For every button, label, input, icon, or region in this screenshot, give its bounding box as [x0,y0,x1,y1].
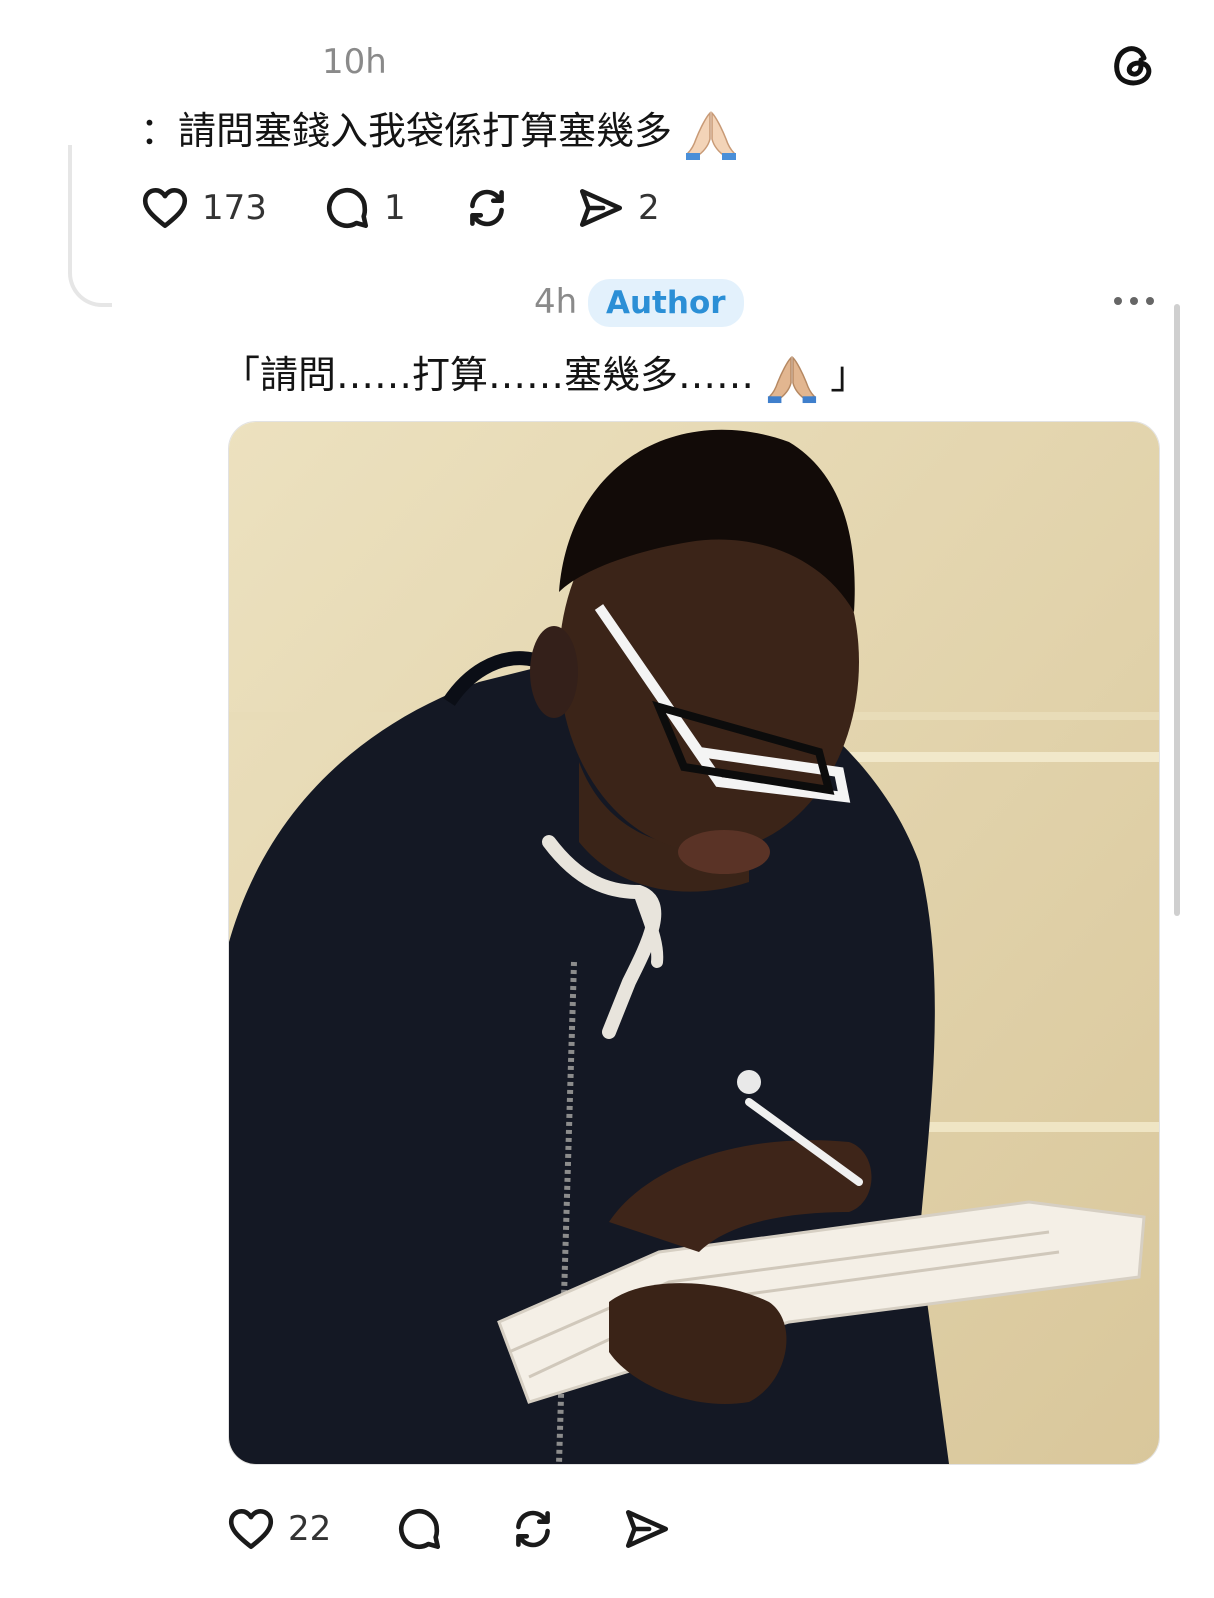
reply-text: ：請問塞錢入我袋係打算塞幾多 [140,100,738,161]
reply-timestamp: 4h [534,282,578,322]
author-badge: Author [588,279,744,327]
repost-button[interactable] [508,1504,558,1554]
meme-photo-illustration [229,422,1159,1464]
send-icon [625,1510,669,1548]
reply-image[interactable] [228,421,1160,1465]
more-options-icon[interactable] [1110,290,1158,312]
like-count: 173 [202,188,267,228]
comment-bubble-icon [399,1508,441,1549]
comment-count: 1 [384,188,406,228]
thread-connector-line [68,145,112,307]
heart-icon [228,1509,274,1549]
share-button[interactable] [622,1504,672,1554]
comment-bubble-icon [327,187,369,228]
like-button[interactable]: 22 [226,1504,331,1554]
folded-hands-emoji [768,355,817,403]
share-button[interactable]: 2 [576,183,660,233]
comment-button[interactable] [394,1504,444,1554]
comment-button[interactable]: 1 [322,183,406,233]
share-count: 2 [638,188,660,228]
repost-button[interactable] [462,183,512,233]
author-reply-text-content: 「請問……打算……塞幾多…… [222,353,755,397]
scrollbar[interactable] [1174,304,1180,916]
threads-logo-icon[interactable] [1108,40,1158,90]
folded-hands-emoji [686,110,737,160]
reply-text-content: ：請問塞錢入我袋係打算塞幾多 [140,109,673,153]
like-count: 22 [288,1509,332,1549]
author-reply-closing-quote: 」 [830,353,869,397]
repost-icon [470,189,504,227]
like-button[interactable]: 173 [140,183,267,233]
repost-icon [516,1510,550,1548]
heart-icon [142,188,188,228]
send-icon [579,189,623,227]
reply-timestamp: 10h [322,42,387,82]
author-reply-text: 「請問……打算……塞幾多…… 」 [222,344,868,404]
